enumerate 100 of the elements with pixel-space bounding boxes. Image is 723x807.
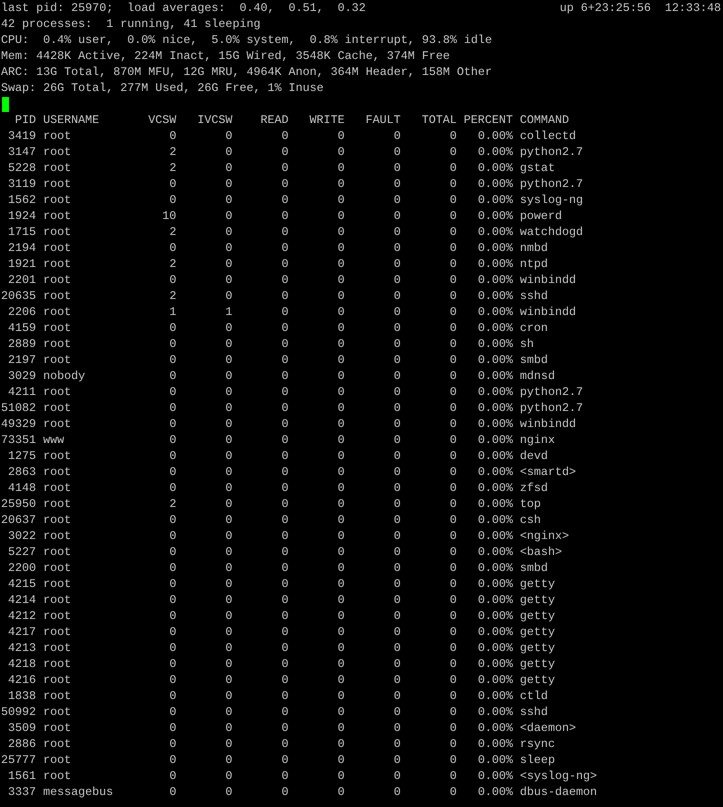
table-cell: 0 bbox=[225, 353, 232, 367]
column-header: PERCENT bbox=[464, 113, 513, 127]
table-cell: 0 bbox=[394, 241, 401, 255]
table-cell: 0 bbox=[394, 129, 401, 143]
table-cell: 0 bbox=[225, 321, 232, 335]
table-cell: 0.00% bbox=[478, 401, 513, 415]
table-cell: 0.00% bbox=[478, 385, 513, 399]
table-cell: 0 bbox=[338, 209, 345, 223]
table-cell: 0.00% bbox=[478, 177, 513, 191]
table-cell: root bbox=[43, 209, 72, 223]
table-cell: root bbox=[43, 321, 72, 335]
table-cell: 51082 bbox=[1, 401, 36, 415]
table-cell: root bbox=[43, 353, 72, 367]
table-cell: 0 bbox=[282, 561, 289, 575]
table-cell: 1715 bbox=[8, 225, 36, 239]
table-cell: 0 bbox=[338, 321, 345, 335]
table-cell: 0 bbox=[169, 337, 176, 351]
table-cell: python2.7 bbox=[520, 177, 584, 191]
table-cell: 0 bbox=[338, 641, 345, 655]
table-cell: ctld bbox=[520, 689, 548, 703]
table-cell: 0 bbox=[225, 337, 232, 351]
table-cell: 0.00% bbox=[478, 657, 513, 671]
table-cell: 0 bbox=[450, 321, 457, 335]
table-cell: sleep bbox=[520, 753, 555, 767]
table-cell: 0 bbox=[225, 161, 232, 175]
table-cell: 0 bbox=[450, 481, 457, 495]
table-cell: 0 bbox=[394, 369, 401, 383]
table-cell: 0 bbox=[338, 737, 345, 751]
table-cell: ntpd bbox=[520, 257, 548, 271]
table-cell: 0 bbox=[282, 241, 289, 255]
table-cell: 0 bbox=[394, 257, 401, 271]
table-cell: root bbox=[43, 625, 72, 639]
table-cell: 0 bbox=[338, 513, 345, 527]
table-cell: root bbox=[43, 401, 72, 415]
table-cell: 0 bbox=[225, 481, 232, 495]
table-cell: 0 bbox=[394, 433, 401, 447]
table-cell: 0 bbox=[338, 193, 345, 207]
table-cell: 0.00% bbox=[478, 337, 513, 351]
table-cell: nobody bbox=[43, 369, 86, 383]
table-cell: 0 bbox=[450, 401, 457, 415]
table-cell: <bash> bbox=[520, 545, 562, 559]
table-cell: 0 bbox=[282, 369, 289, 383]
table-cell: 0 bbox=[394, 417, 401, 431]
status-line: Swap: 26G Total, 277M Used, 26G Free, 1% Inuse bbox=[1, 81, 324, 95]
table-cell: 0 bbox=[282, 785, 289, 799]
table-cell: 0 bbox=[394, 721, 401, 735]
table-cell: 0.00% bbox=[478, 737, 513, 751]
table-cell: 0 bbox=[225, 369, 232, 383]
table-cell: 0 bbox=[450, 465, 457, 479]
table-cell: 0 bbox=[169, 401, 176, 415]
table-cell: 0 bbox=[225, 753, 232, 767]
table-cell: 0 bbox=[450, 241, 457, 255]
table-cell: 0 bbox=[450, 273, 457, 287]
table-cell: 0 bbox=[169, 353, 176, 367]
table-cell: 4159 bbox=[8, 321, 36, 335]
table-cell: 0 bbox=[338, 401, 345, 415]
table-cell: 0 bbox=[450, 353, 457, 367]
table-cell: 0.00% bbox=[478, 753, 513, 767]
status-line: Mem: 4428K Active, 224M Inact, 15G Wired, 3548K Cache, 374M Free bbox=[1, 49, 450, 63]
table-cell: 0 bbox=[394, 449, 401, 463]
table-cell: 25777 bbox=[1, 753, 36, 767]
table-cell: 4218 bbox=[8, 657, 36, 671]
table-cell: getty bbox=[520, 673, 555, 687]
table-cell: 5228 bbox=[8, 161, 36, 175]
table-cell: 2863 bbox=[8, 465, 36, 479]
table-cell: 0 bbox=[450, 737, 457, 751]
table-cell: 0.00% bbox=[478, 273, 513, 287]
table-cell: 0 bbox=[282, 529, 289, 543]
table-cell: 25950 bbox=[1, 497, 36, 511]
table-cell: 0 bbox=[338, 417, 345, 431]
table-cell: 0 bbox=[225, 289, 232, 303]
table-cell: smbd bbox=[520, 353, 548, 367]
table-cell: 0 bbox=[394, 753, 401, 767]
table-cell: 0 bbox=[169, 369, 176, 383]
table-cell: 0 bbox=[169, 545, 176, 559]
table-cell: 2197 bbox=[8, 353, 36, 367]
column-header: FAULT bbox=[366, 113, 401, 127]
table-cell: root bbox=[43, 657, 72, 671]
table-cell: 0.00% bbox=[478, 161, 513, 175]
table-cell: 0 bbox=[169, 465, 176, 479]
table-cell: 0 bbox=[338, 145, 345, 159]
table-cell: root bbox=[43, 193, 72, 207]
table-cell: 0 bbox=[394, 497, 401, 511]
table-cell: root bbox=[43, 241, 72, 255]
table-cell: 0 bbox=[169, 689, 176, 703]
table-cell: 50992 bbox=[1, 705, 36, 719]
table-cell: 0 bbox=[394, 737, 401, 751]
table-cell: 0 bbox=[450, 417, 457, 431]
table-cell: 0.00% bbox=[478, 433, 513, 447]
table-cell: root bbox=[43, 289, 72, 303]
table-cell: 0 bbox=[394, 177, 401, 191]
table-cell: 0 bbox=[282, 625, 289, 639]
column-header: READ bbox=[260, 113, 289, 127]
table-cell: 0.00% bbox=[478, 561, 513, 575]
table-cell: 0 bbox=[169, 673, 176, 687]
table-cell: www bbox=[43, 433, 64, 447]
table-cell: 0 bbox=[394, 769, 401, 783]
table-cell: 0 bbox=[450, 657, 457, 671]
table-cell: 0 bbox=[225, 241, 232, 255]
table-cell: root bbox=[43, 273, 72, 287]
